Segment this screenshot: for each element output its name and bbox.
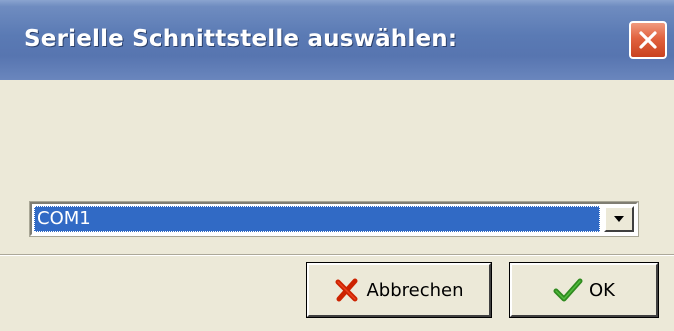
ok-button[interactable]: OK: [509, 262, 659, 318]
serial-port-value[interactable]: COM1: [34, 206, 600, 232]
red-x-icon: [334, 277, 360, 303]
dropdown-button[interactable]: [604, 206, 634, 232]
serial-port-select[interactable]: COM1: [29, 201, 639, 237]
dialog-body: COM1 Abbrechen OK: [0, 80, 674, 331]
green-checkmark-icon: [553, 277, 583, 303]
close-button[interactable]: [629, 21, 667, 59]
separator-line: [0, 254, 674, 256]
dialog-title: Serielle Schnittstelle auswählen:: [24, 26, 458, 52]
ok-button-label: OK: [589, 279, 615, 301]
cancel-button[interactable]: Abbrechen: [306, 262, 492, 318]
close-x-icon: [639, 31, 657, 49]
chevron-down-icon: [614, 216, 624, 222]
cancel-button-label: Abbrechen: [366, 279, 464, 301]
dialog-window: Serielle Schnittstelle auswählen: COM1 A…: [0, 0, 674, 331]
title-bar[interactable]: Serielle Schnittstelle auswählen:: [0, 0, 674, 80]
dialog-bottom-edge: [0, 324, 674, 331]
